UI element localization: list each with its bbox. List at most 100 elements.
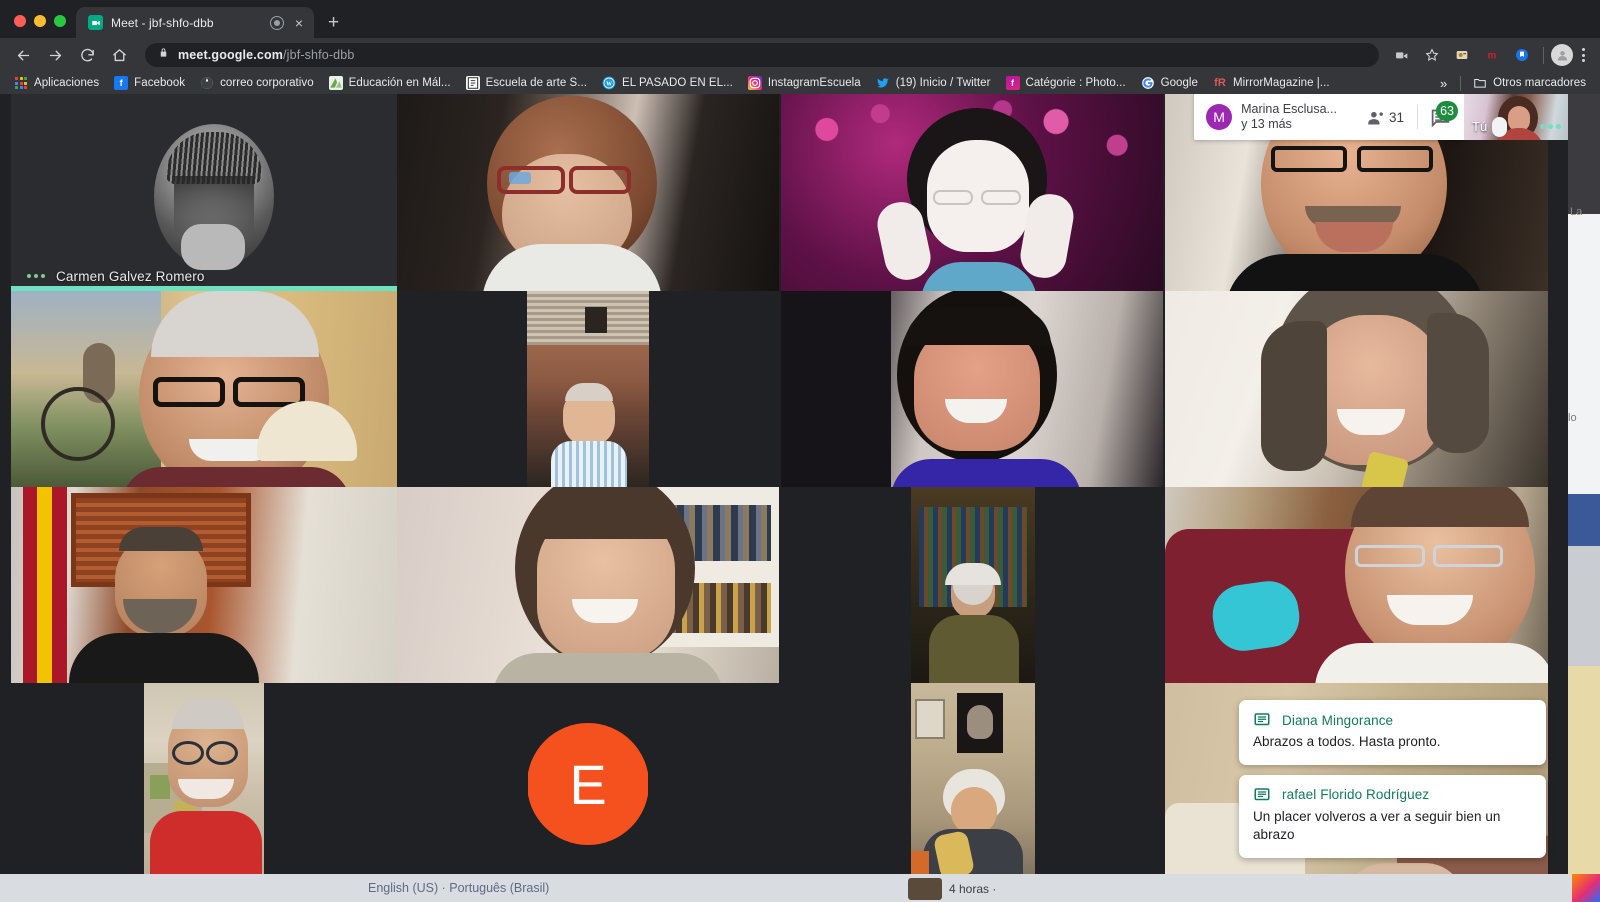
speaker-name-primary: Marina Esclusa... <box>1241 102 1337 117</box>
svg-text:W: W <box>606 81 612 87</box>
chat-toast[interactable]: rafael Florido Rodríguez Un placer volve… <box>1239 774 1546 858</box>
background-strip-dark <box>1568 94 1600 214</box>
participant-tile-12[interactable] <box>1165 487 1548 683</box>
maximize-window-button[interactable] <box>54 15 66 27</box>
chat-toast-header: rafael Florido Rodríguez <box>1253 786 1532 804</box>
browser-tab-meet[interactable]: Meet - jbf-shfo-dbb × <box>76 7 314 38</box>
meet-top-bar: M Marina Esclusa... y 13 más 31 63 <box>1194 94 1464 140</box>
participants-count: 31 <box>1388 109 1404 125</box>
chrome-menu-icon[interactable] <box>1575 48 1592 62</box>
facebook-icon: f <box>114 76 129 90</box>
participant-video <box>397 94 779 291</box>
participant-tile-10[interactable] <box>397 487 779 683</box>
active-speaker-chip[interactable]: M Marina Esclusa... y 13 más <box>1194 94 1353 140</box>
bookmark-label: EL PASADO EN EL... <box>622 77 733 89</box>
bookmark-el-pasado-en-el[interactable]: W EL PASADO EN EL... <box>595 74 740 92</box>
pocket-icon[interactable] <box>1508 41 1536 69</box>
chat-button[interactable]: 63 <box>1417 94 1464 140</box>
google-icon <box>1141 76 1155 90</box>
back-icon[interactable] <box>8 40 38 70</box>
avatar: M <box>1206 104 1233 130</box>
participant-video <box>11 291 397 487</box>
mendeley-icon[interactable]: m <box>1478 41 1506 69</box>
participant-tile-3[interactable] <box>781 94 1163 291</box>
home-icon[interactable] <box>104 40 134 70</box>
bookmark-mirrormagazine[interactable]: fR MirrorMagazine |... <box>1206 74 1337 92</box>
star-icon[interactable] <box>1418 41 1446 69</box>
other-bookmarks-folder[interactable]: Otros marcadores <box>1466 74 1593 92</box>
mirror-icon: fR <box>1214 77 1226 89</box>
chat-toast[interactable]: Diana Mingorance Abrazos a todos. Hasta … <box>1239 700 1546 765</box>
bookmark-google[interactable]: Google <box>1134 74 1205 92</box>
url-domain: meet.google.com <box>178 48 284 62</box>
address-bar[interactable]: meet.google.com/jbf-shfo-dbb <box>145 43 1379 67</box>
participant-tile-8[interactable] <box>1165 291 1548 487</box>
lock-icon <box>158 46 169 64</box>
background-strip-grey <box>1568 546 1600 666</box>
background-duration-text: 4 horas · <box>949 882 997 896</box>
participant-tile-15[interactable] <box>911 683 1035 902</box>
meet-video-grid: Carmen Galvez Romero E M Marina Esclusa.… <box>0 94 1568 902</box>
more-dots-icon[interactable] <box>1540 124 1561 129</box>
background-page-bottom-edge: English (US) · Português (Brasil) 4 hora… <box>0 874 1600 902</box>
bookmark-label: Escuela de arte S... <box>485 77 587 89</box>
reload-icon[interactable] <box>72 40 102 70</box>
window-traffic-lights[interactable] <box>10 15 76 38</box>
participant-tile-11[interactable] <box>911 487 1035 683</box>
extension-puzzle-icon[interactable] <box>1448 41 1476 69</box>
url-text: meet.google.com/jbf-shfo-dbb <box>178 48 354 62</box>
chat-message: Un placer volveros a ver a seguir bien u… <box>1253 808 1501 843</box>
self-view-thumbnail[interactable]: Tú <box>1464 94 1568 140</box>
participant-tile-5[interactable] <box>11 291 397 487</box>
chat-author: rafael Florido Rodríguez <box>1282 787 1430 803</box>
participant-tile-initial-e[interactable]: E <box>528 683 648 902</box>
bookmark-label: Catégorie : Photo... <box>1025 77 1126 89</box>
participant-tile-6[interactable] <box>527 291 649 487</box>
url-path: /jbf-shfo-dbb <box>283 48 355 62</box>
bookmark-aplicaciones[interactable]: Aplicaciones <box>7 74 106 92</box>
participant-video <box>144 683 264 902</box>
bookmark-categorie-photo[interactable]: f Catégorie : Photo... <box>999 74 1133 92</box>
participant-tile-2[interactable] <box>397 94 779 291</box>
bookmark-label: Educación en Mál... <box>348 77 451 89</box>
mountain-icon <box>328 76 343 90</box>
participant-video <box>1165 487 1548 683</box>
people-icon <box>1368 111 1383 124</box>
chat-toast-stack: Diana Mingorance Abrazos a todos. Hasta … <box>1239 690 1546 858</box>
participant-video <box>781 291 1163 487</box>
participant-video <box>911 683 1035 902</box>
bookmarks-overflow-button[interactable]: » <box>1432 76 1455 91</box>
participant-tile-13[interactable] <box>144 683 264 902</box>
participant-tile-9[interactable] <box>11 487 397 683</box>
tab-close-button[interactable]: × <box>292 16 306 30</box>
tab-strip: Meet - jbf-shfo-dbb × + <box>0 0 1600 38</box>
bookmark-correo-corporativo[interactable]: correo corporativo <box>193 74 321 92</box>
tab-audio-indicator-icon[interactable] <box>269 15 284 30</box>
speaker-name-more: y 13 más <box>1241 117 1292 131</box>
forward-icon[interactable] <box>40 40 70 70</box>
background-page-right-edge: La lo <box>1568 94 1600 902</box>
profile-avatar[interactable] <box>1551 44 1573 66</box>
chat-unread-badge: 63 <box>1436 101 1458 121</box>
toolbar-divider <box>1543 46 1544 64</box>
avatar: E <box>528 723 648 845</box>
globe-icon <box>200 76 214 90</box>
bookmark-educacion-en-malaga[interactable]: Educación en Mál... <box>322 74 458 92</box>
more-dots-icon[interactable] <box>27 274 45 278</box>
background-avatar <box>908 878 942 900</box>
camera-icon[interactable] <box>1388 41 1416 69</box>
participants-button[interactable]: 31 <box>1353 94 1417 140</box>
bookmark-twitter[interactable]: (19) Inicio / Twitter <box>869 74 998 92</box>
mic-pill-icon[interactable] <box>1492 117 1507 137</box>
background-strip-blue <box>1568 494 1600 546</box>
svg-text:m: m <box>1488 50 1497 61</box>
bookmark-escuela-de-arte[interactable]: Escuela de arte S... <box>459 74 594 92</box>
bookmark-facebook[interactable]: f Facebook <box>107 74 192 92</box>
close-window-button[interactable] <box>14 15 26 27</box>
apps-grid-icon <box>14 76 28 90</box>
participant-tile-7[interactable] <box>781 291 1163 487</box>
bookmark-instagram-escuela[interactable]: InstagramEscuela <box>741 74 868 92</box>
new-tab-button[interactable]: + <box>314 13 351 38</box>
participant-tile-carmen[interactable]: Carmen Galvez Romero <box>11 94 397 291</box>
minimize-window-button[interactable] <box>34 15 46 27</box>
